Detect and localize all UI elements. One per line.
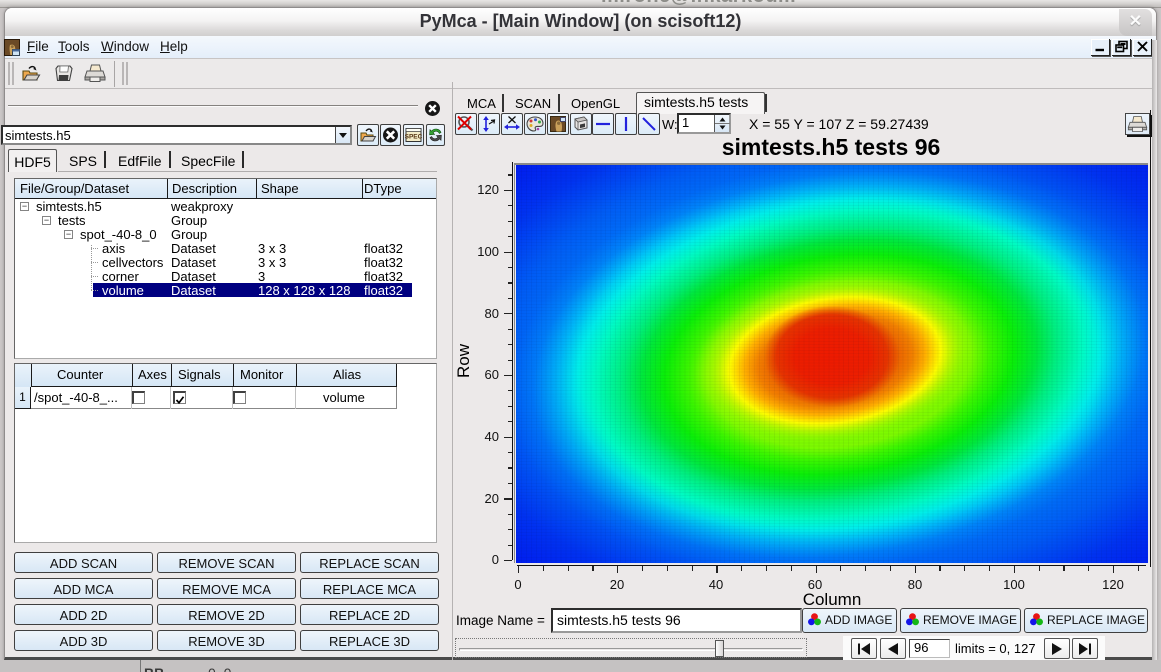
svg-text:SPEC: SPEC	[405, 134, 423, 141]
